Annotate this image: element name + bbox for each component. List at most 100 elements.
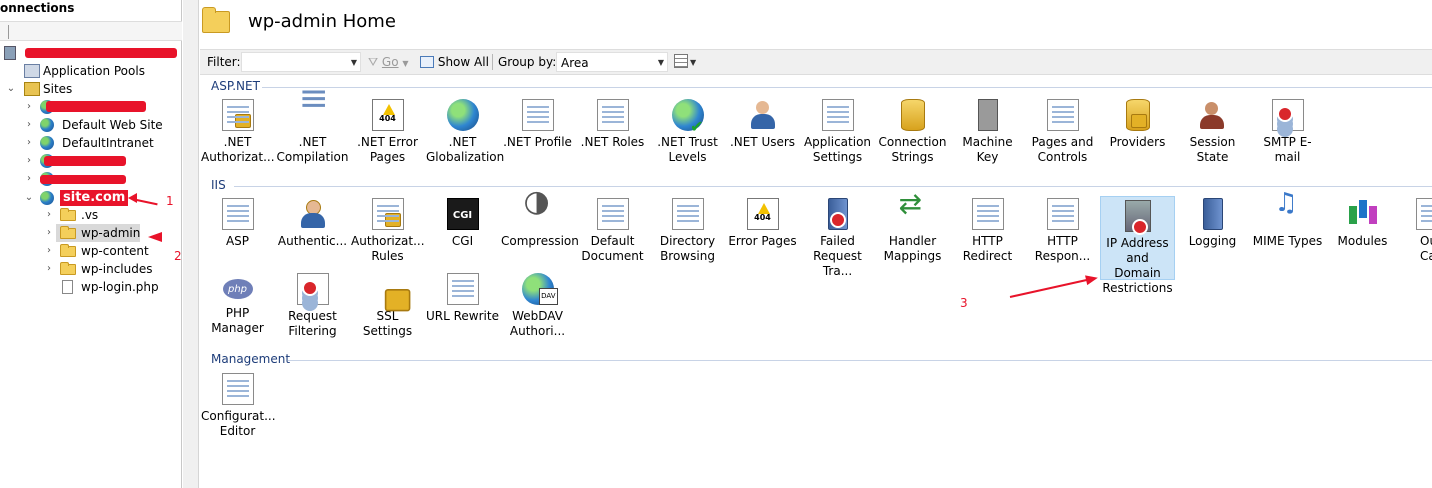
tree-folder-wp-admin[interactable]: › wp-admin bbox=[44, 224, 140, 242]
feature-label: Error Pages bbox=[728, 234, 797, 248]
feature-net-trust-levels[interactable]: .NET Trust Levels bbox=[650, 96, 725, 165]
redacted-site-name bbox=[44, 156, 126, 166]
feature-failed-request-tracing[interactable]: Failed Request Tra... bbox=[800, 195, 875, 279]
feature-request-filtering[interactable]: Request Filtering bbox=[275, 270, 350, 339]
feature-providers[interactable]: Providers bbox=[1100, 96, 1175, 150]
group-by-dropdown-icon[interactable]: ▼ bbox=[658, 58, 664, 67]
feature-php-manager[interactable]: PHP Manager bbox=[200, 270, 275, 336]
filter-dropdown-icon[interactable]: ▼ bbox=[351, 58, 357, 67]
feature-net-roles[interactable]: .NET Roles bbox=[575, 96, 650, 150]
feature-net-error-pages[interactable]: .NET Error Pages bbox=[350, 96, 425, 165]
tree-label: Default Web Site bbox=[62, 118, 163, 132]
feature-session-state[interactable]: Session State bbox=[1175, 96, 1250, 165]
feature-net-compilation[interactable]: .NET Compilation bbox=[275, 91, 350, 165]
view-mode-icon[interactable] bbox=[674, 54, 688, 68]
feature-label: Failed Request Tra... bbox=[813, 234, 862, 278]
expand-chevron-icon[interactable]: › bbox=[44, 224, 54, 242]
group-divider bbox=[262, 87, 1432, 88]
tree-label: wp-login.php bbox=[81, 280, 159, 294]
webdav-icon bbox=[521, 273, 558, 305]
expand-chevron-icon[interactable]: › bbox=[44, 206, 54, 224]
expand-chevron-icon[interactable]: › bbox=[24, 98, 34, 116]
compression-icon bbox=[522, 194, 554, 230]
feature-cgi[interactable]: CGI bbox=[425, 195, 500, 249]
feature-label: Authorizat... Rules bbox=[351, 234, 425, 263]
go-button[interactable]: ⛛ Go ▼ bbox=[368, 55, 409, 70]
feature-label: Directory Browsing bbox=[659, 234, 716, 263]
authentication-icon bbox=[297, 198, 329, 230]
feature-label: Modules bbox=[1337, 234, 1388, 248]
tree-label: DefaultIntranet bbox=[62, 136, 154, 150]
tree-site-redacted-1[interactable]: › bbox=[24, 98, 174, 116]
feature-http-response-headers[interactable]: HTTP Respon... bbox=[1025, 195, 1100, 264]
feature-handler-mappings[interactable]: Handler Mappings bbox=[875, 195, 950, 264]
feature-net-profile[interactable]: .NET Profile bbox=[500, 96, 575, 150]
filter-input[interactable]: ▼ bbox=[241, 52, 361, 72]
tree-server-node[interactable] bbox=[0, 44, 180, 62]
feature-webdav-authoring[interactable]: WebDAV Authori... bbox=[500, 270, 575, 339]
feature-directory-browsing[interactable]: Directory Browsing bbox=[650, 195, 725, 264]
feature-label: CGI bbox=[451, 234, 474, 248]
feature-configuration-editor[interactable]: Configurat... Editor bbox=[200, 370, 276, 439]
collapse-chevron-icon[interactable]: ⌄ bbox=[6, 80, 16, 98]
view-mode-dropdown-icon[interactable]: ▼ bbox=[690, 58, 696, 67]
failed-request-icon bbox=[827, 198, 848, 230]
feature-logging[interactable]: Logging bbox=[1175, 195, 1250, 249]
feature-ip-domain-restrictions[interactable]: IP Address and Domain Restrictions bbox=[1100, 196, 1175, 295]
expand-chevron-icon[interactable]: › bbox=[24, 134, 34, 152]
tree-site-redacted-3[interactable]: › bbox=[24, 170, 174, 188]
pages-controls-icon bbox=[1046, 99, 1079, 131]
feature-application-settings[interactable]: Application Settings bbox=[800, 96, 875, 165]
expand-chevron-icon[interactable]: › bbox=[24, 116, 34, 134]
configuration-editor-icon bbox=[221, 373, 254, 405]
modules-icon bbox=[1347, 198, 1379, 230]
feature-label: .NET Globalization bbox=[426, 135, 505, 164]
feature-authentication[interactable]: Authentic... bbox=[275, 195, 350, 249]
feature-error-pages[interactable]: Error Pages bbox=[725, 195, 800, 249]
feature-url-rewrite[interactable]: URL Rewrite bbox=[425, 270, 500, 324]
trust-globe-icon bbox=[671, 99, 704, 134]
feature-net-authorization[interactable]: .NET Authorizat... bbox=[200, 96, 275, 165]
group-header-management: Management bbox=[211, 352, 291, 366]
redacted-site-name bbox=[40, 175, 126, 184]
tree-site-redacted-2[interactable]: › bbox=[24, 152, 174, 170]
feature-label: MIME Types bbox=[1252, 234, 1323, 248]
authorization-rules-icon bbox=[371, 198, 404, 230]
funnel-icon: ⛛ bbox=[368, 55, 379, 69]
feature-connection-strings[interactable]: Connection Strings bbox=[875, 96, 950, 165]
pane-splitter[interactable] bbox=[183, 0, 199, 488]
group-by-select[interactable]: Area ▼ bbox=[556, 52, 668, 72]
feature-pages-controls[interactable]: Pages and Controls bbox=[1025, 96, 1100, 165]
group-by-label: Group by: bbox=[498, 55, 557, 69]
feature-modules[interactable]: Modules bbox=[1325, 195, 1400, 249]
feature-machine-key[interactable]: Machine Key bbox=[950, 96, 1025, 165]
feature-ssl-settings[interactable]: SSL Settings bbox=[350, 270, 425, 339]
roles-icon bbox=[596, 99, 629, 131]
feature-compression[interactable]: Compression bbox=[500, 194, 579, 249]
expand-chevron-icon[interactable]: › bbox=[24, 170, 34, 188]
feature-output-caching[interactable]: Ou Cac bbox=[1400, 195, 1432, 264]
expand-chevron-icon[interactable]: › bbox=[24, 152, 34, 170]
feature-label: Session State bbox=[1189, 135, 1236, 164]
collapse-chevron-icon[interactable]: ⌄ bbox=[24, 189, 34, 207]
connections-toolbar bbox=[0, 21, 182, 41]
feature-net-globalization[interactable]: .NET Globalization bbox=[425, 96, 505, 165]
show-all-icon bbox=[420, 56, 434, 68]
feature-default-document[interactable]: Default Document bbox=[575, 195, 650, 264]
feature-net-users[interactable]: .NET Users bbox=[725, 96, 800, 150]
connections-title: onnections bbox=[0, 1, 75, 15]
show-all-button[interactable]: Show All bbox=[420, 55, 489, 69]
feature-authorization-rules[interactable]: Authorizat... Rules bbox=[350, 195, 425, 264]
feature-asp[interactable]: ASP bbox=[200, 195, 275, 249]
feature-mime-types[interactable]: MIME Types bbox=[1250, 195, 1325, 249]
expand-chevron-icon[interactable]: › bbox=[44, 242, 54, 260]
feature-label: Logging bbox=[1188, 234, 1237, 248]
expand-chevron-icon[interactable]: › bbox=[44, 260, 54, 278]
feature-label: URL Rewrite bbox=[426, 309, 499, 323]
annotation-number-3: 3 bbox=[960, 296, 968, 310]
output-caching-icon bbox=[1416, 198, 1432, 230]
feature-smtp-email[interactable]: SMTP E-mail bbox=[1250, 96, 1325, 165]
users-icon bbox=[747, 99, 779, 131]
feature-http-redirect[interactable]: HTTP Redirect bbox=[950, 195, 1025, 264]
tree-label: wp-content bbox=[81, 244, 149, 258]
